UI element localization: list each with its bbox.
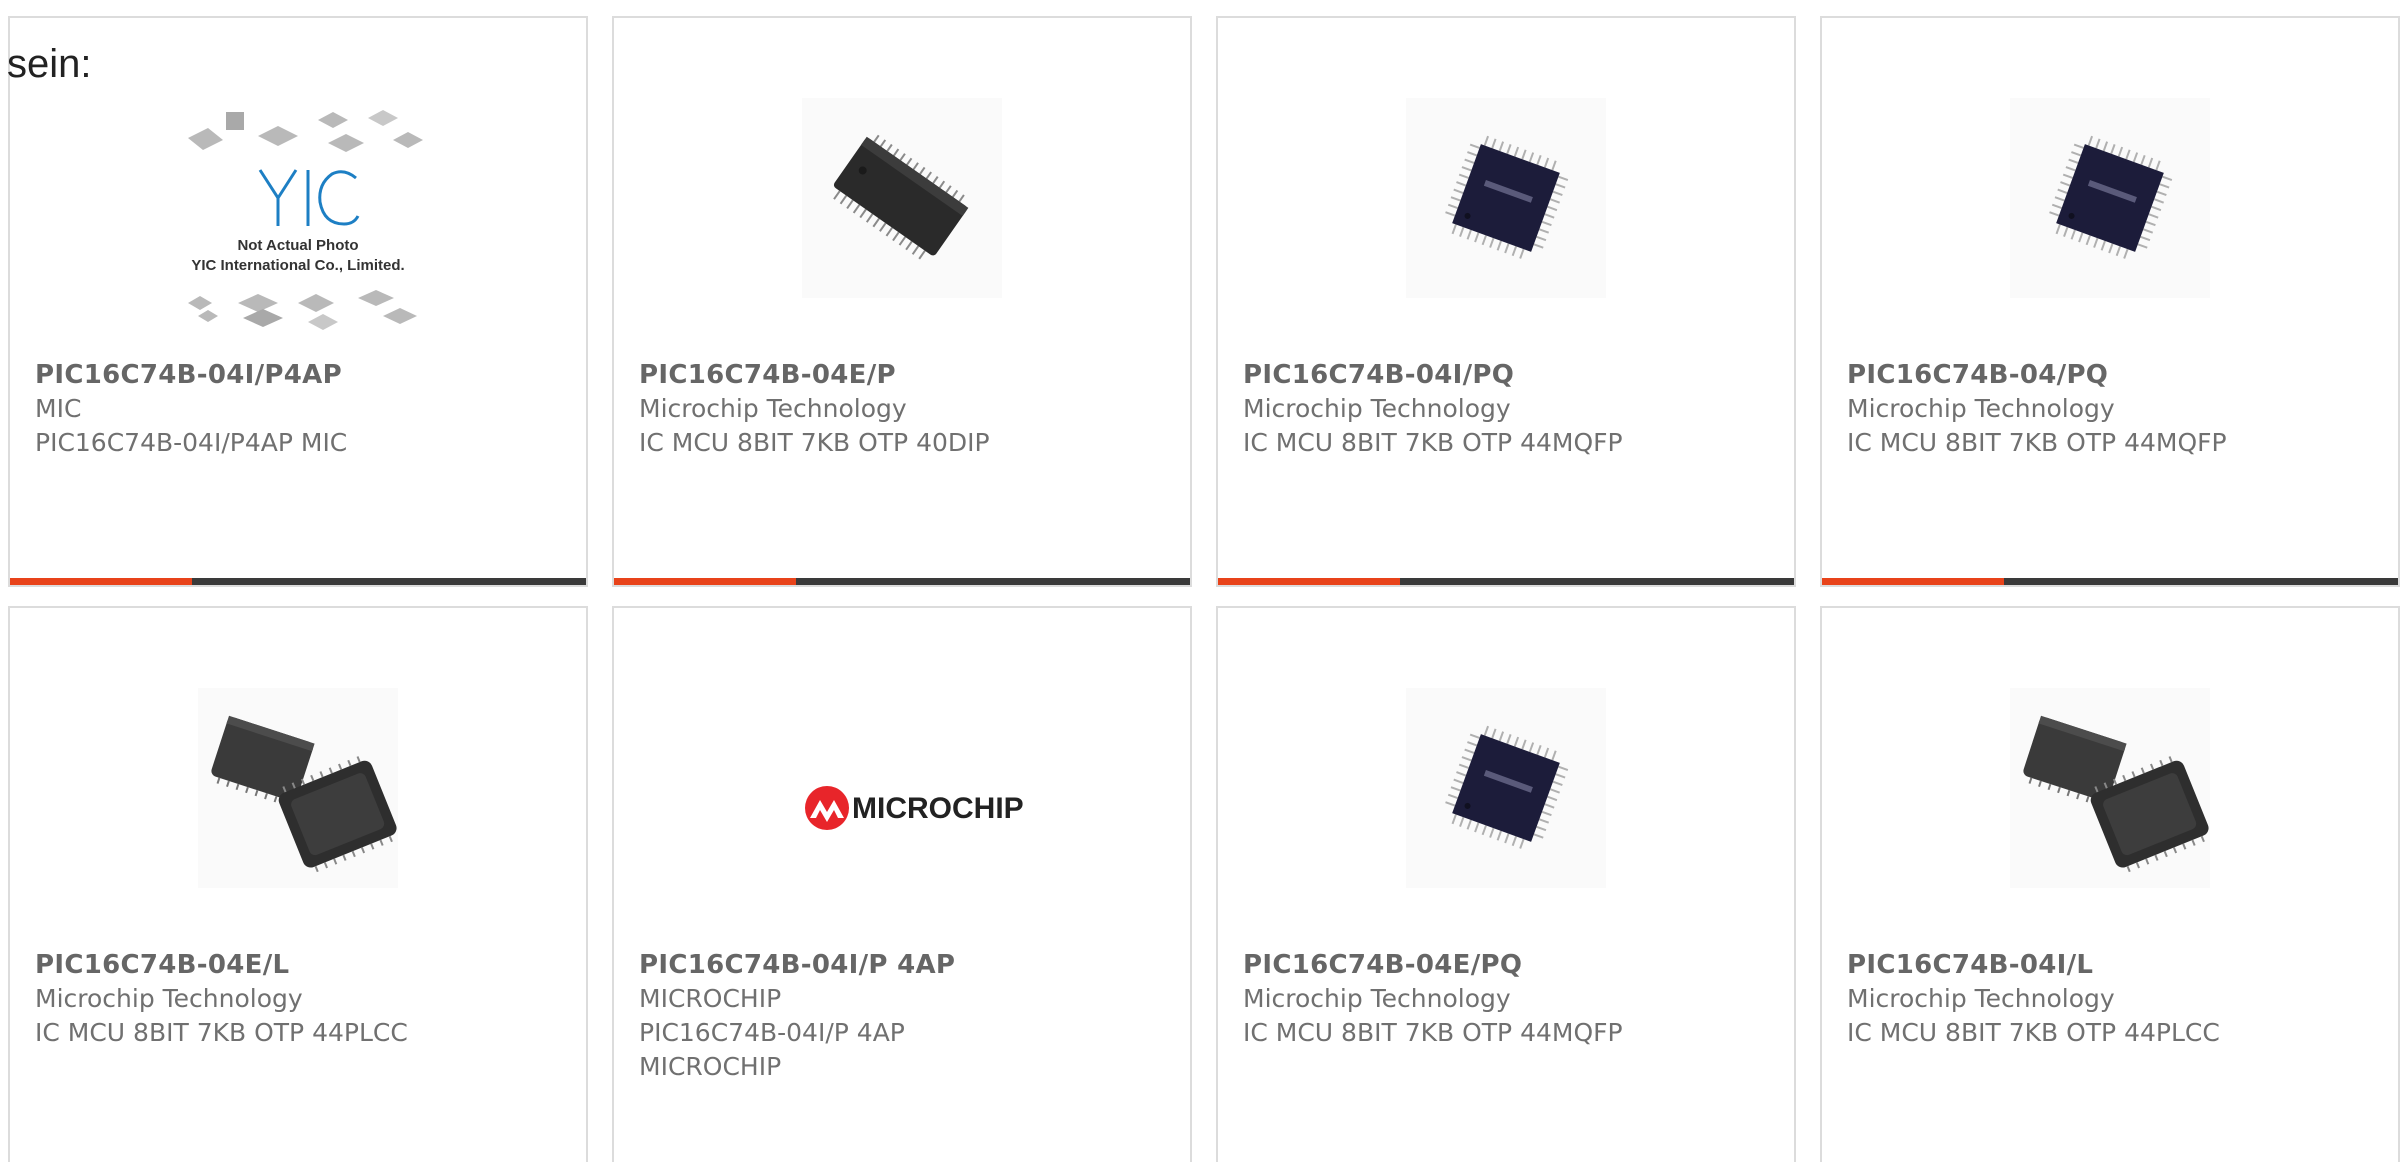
product-card[interactable]: PIC16C74B-04I/L Microchip Technology IC … bbox=[1820, 606, 2400, 1162]
image-caption-2: YIC International Co., Limited. bbox=[191, 257, 404, 274]
product-details: PIC16C74B-04E/P Microchip Technology IC … bbox=[639, 358, 1170, 460]
product-card[interactable]: PIC16C74B-04I/PQ Microchip Technology IC… bbox=[1216, 16, 1796, 587]
product-description: IC MCU 8BIT 7KB OTP 44MQFP bbox=[1243, 1018, 1623, 1047]
part-number-link[interactable]: PIC16C74B-04I/L bbox=[1847, 948, 2378, 982]
product-image-plcc[interactable] bbox=[2010, 688, 2210, 888]
product-description: IC MCU 8BIT 7KB OTP 44MQFP bbox=[1243, 428, 1623, 457]
microchip-logo-text: MICROCHIP bbox=[852, 792, 1024, 825]
product-image-qfp[interactable] bbox=[1406, 98, 1606, 298]
microchip-logo-icon: MICROCHIP bbox=[805, 786, 1024, 830]
card-bottom-bar bbox=[1218, 578, 1794, 585]
part-number-link[interactable]: PIC16C74B-04/PQ bbox=[1847, 358, 2378, 392]
product-description: IC MCU 8BIT 7KB OTP 40DIP bbox=[639, 428, 990, 457]
product-card[interactable]: PIC16C74B-04E/P Microchip Technology IC … bbox=[612, 16, 1192, 587]
plcc-chip-icon bbox=[2010, 688, 2210, 888]
part-number-link[interactable]: PIC16C74B-04E/PQ bbox=[1243, 948, 1774, 982]
product-details: PIC16C74B-04I/P4AP MIC PIC16C74B-04I/P4A… bbox=[35, 358, 566, 460]
part-number-link[interactable]: PIC16C74B-04E/P bbox=[639, 358, 1170, 392]
card-bar-accent bbox=[1822, 578, 2004, 585]
product-description: PIC16C74B-04I/P4AP MIC bbox=[35, 428, 348, 457]
product-description-continued: MICROCHIP bbox=[639, 1052, 782, 1081]
manufacturer-name: Microchip Technology bbox=[1243, 984, 1511, 1013]
dip-chip-icon bbox=[802, 98, 1002, 298]
product-card[interactable]: PIC16C74B-04E/L Microchip Technology IC … bbox=[8, 606, 588, 1162]
card-bottom-bar bbox=[614, 578, 1190, 585]
part-number-link[interactable]: PIC16C74B-04I/P 4AP bbox=[639, 948, 1170, 982]
product-details: PIC16C74B-04E/L Microchip Technology IC … bbox=[35, 948, 566, 1050]
product-image-placeholder[interactable]: Not Actual Photo YIC International Co., … bbox=[168, 98, 428, 338]
product-details: PIC16C74B-04E/PQ Microchip Technology IC… bbox=[1243, 948, 1774, 1050]
product-grid: Not Actual Photo YIC International Co., … bbox=[8, 16, 2400, 1162]
intro-text: sein: bbox=[7, 42, 92, 86]
product-details: PIC16C74B-04I/L Microchip Technology IC … bbox=[1847, 948, 2378, 1050]
qfp-chip-icon bbox=[1406, 98, 1606, 298]
product-image-qfp[interactable] bbox=[1406, 688, 1606, 888]
qfp-chip-icon bbox=[1406, 688, 1606, 888]
manufacturer-name: Microchip Technology bbox=[1243, 394, 1511, 423]
part-number-link[interactable]: PIC16C74B-04I/PQ bbox=[1243, 358, 1774, 392]
product-description: IC MCU 8BIT 7KB OTP 44PLCC bbox=[1847, 1018, 2220, 1047]
manufacturer-name: Microchip Technology bbox=[1847, 984, 2115, 1013]
product-card[interactable]: PIC16C74B-04/PQ Microchip Technology IC … bbox=[1820, 16, 2400, 587]
product-card[interactable]: MICROCHIP PIC16C74B-04I/P 4AP MICROCHIP … bbox=[612, 606, 1192, 1162]
card-bar-accent bbox=[614, 578, 796, 585]
qfp-chip-icon bbox=[2010, 98, 2210, 298]
product-image-plcc[interactable] bbox=[198, 688, 398, 888]
card-bar-accent bbox=[1218, 578, 1400, 585]
product-image-qfp[interactable] bbox=[2010, 98, 2210, 298]
product-card[interactable]: Not Actual Photo YIC International Co., … bbox=[8, 16, 588, 587]
manufacturer-name: MICROCHIP bbox=[639, 984, 782, 1013]
product-card[interactable]: PIC16C74B-04E/PQ Microchip Technology IC… bbox=[1216, 606, 1796, 1162]
manufacturer-name: MIC bbox=[35, 394, 82, 423]
product-details: PIC16C74B-04I/PQ Microchip Technology IC… bbox=[1243, 358, 1774, 460]
product-grid-page: sein: Not Actual Photo YIC International… bbox=[0, 0, 2400, 1162]
product-description: PIC16C74B-04I/P 4AP bbox=[639, 1018, 905, 1047]
manufacturer-name: Microchip Technology bbox=[35, 984, 303, 1013]
product-description: IC MCU 8BIT 7KB OTP 44PLCC bbox=[35, 1018, 408, 1047]
plcc-chip-icon bbox=[198, 688, 398, 888]
card-bottom-bar bbox=[1822, 578, 2398, 585]
manufacturer-name: Microchip Technology bbox=[639, 394, 907, 423]
part-number-link[interactable]: PIC16C74B-04I/P4AP bbox=[35, 358, 566, 392]
product-image-dip[interactable] bbox=[802, 98, 1002, 298]
product-details: PIC16C74B-04I/P 4AP MICROCHIP PIC16C74B-… bbox=[639, 948, 1170, 1084]
product-image-logo[interactable]: MICROCHIP bbox=[772, 688, 1032, 928]
card-bottom-bar bbox=[10, 578, 586, 585]
image-caption-1: Not Actual Photo bbox=[237, 237, 358, 254]
manufacturer-name: Microchip Technology bbox=[1847, 394, 2115, 423]
card-bar-accent bbox=[10, 578, 192, 585]
product-description: IC MCU 8BIT 7KB OTP 44MQFP bbox=[1847, 428, 2227, 457]
placeholder-photo-icon: Not Actual Photo YIC International Co., … bbox=[188, 110, 423, 330]
part-number-link[interactable]: PIC16C74B-04E/L bbox=[35, 948, 566, 982]
product-details: PIC16C74B-04/PQ Microchip Technology IC … bbox=[1847, 358, 2378, 460]
